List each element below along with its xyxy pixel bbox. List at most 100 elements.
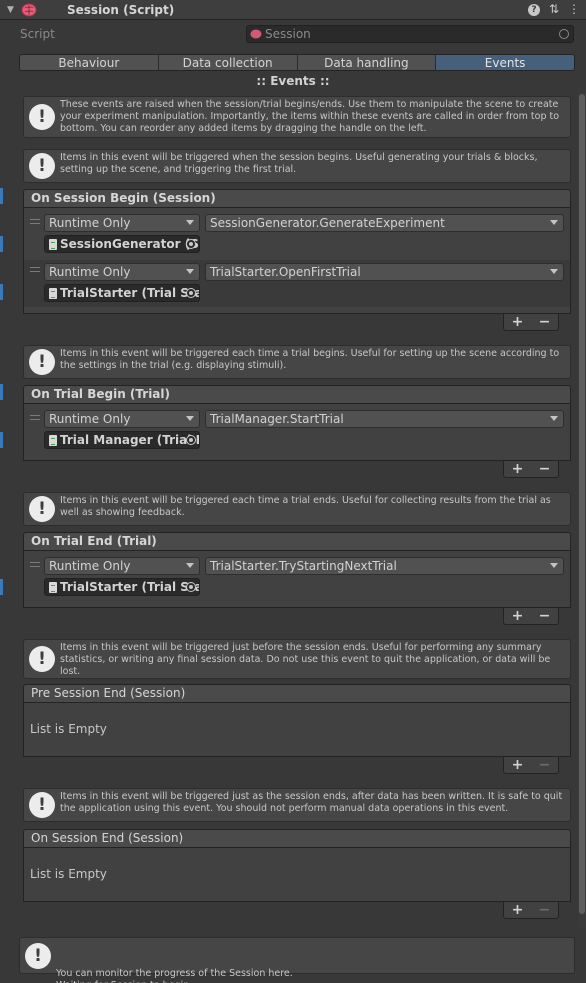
drag-handle-icon[interactable] <box>30 562 40 567</box>
list-item[interactable]: Runtime Only TrialManager.StartTrial Tri… <box>24 408 570 455</box>
remove-button[interactable]: − <box>539 314 551 330</box>
script-file-icon <box>49 435 57 446</box>
help-text: Items in this event will be triggered ea… <box>60 348 560 371</box>
dropdown-value: Runtime Only <box>49 265 131 279</box>
object-picker-icon[interactable] <box>559 29 569 39</box>
tab-data-collection[interactable]: Data collection <box>158 55 298 70</box>
selection-marker <box>0 236 3 252</box>
dropdown-value: TrialStarter.OpenFirstTrial <box>210 265 361 279</box>
function-dropdown[interactable]: TrialStarter.TryStartingNextTrial <box>205 557 564 575</box>
dropdown-value: Runtime Only <box>49 216 131 230</box>
empty-list-label: List is Empty <box>30 867 107 881</box>
chevron-down-icon <box>186 220 194 225</box>
tab-events[interactable]: Events <box>436 55 574 70</box>
list-item[interactable]: Runtime Only SessionGenerator.GenerateEx… <box>24 212 570 259</box>
dropdown-value: TrialStarter.TryStartingNextTrial <box>210 559 397 573</box>
event-header[interactable]: On Session End (Session) <box>23 829 571 848</box>
list-item[interactable]: Runtime Only TrialStarter.TryStartingNex… <box>24 555 570 602</box>
event-help-box: ! Items in this event will be triggered … <box>23 639 571 679</box>
drag-handle-icon[interactable] <box>30 415 40 420</box>
event-help-box: ! Items in this event will be triggered … <box>23 345 571 379</box>
preset-icon[interactable]: ⇅ <box>549 2 559 16</box>
empty-list-label: List is Empty <box>30 722 107 736</box>
help-text: Items in this event will be triggered ju… <box>60 791 563 814</box>
remove-button[interactable]: − <box>539 608 551 624</box>
status-box: ! You can monitor the progress of the Se… <box>19 937 575 983</box>
event-help-box: ! Items in this event will be triggered … <box>23 788 571 822</box>
kebab-menu-icon[interactable]: ⋮ <box>568 2 580 16</box>
chevron-down-icon <box>186 563 194 568</box>
component-header[interactable]: ▼ Session (Script) ? ⇅ ⋮ <box>0 0 586 20</box>
component-title: Session (Script) <box>67 2 175 17</box>
function-dropdown[interactable]: TrialStarter.OpenFirstTrial <box>205 263 564 281</box>
object-picker-icon[interactable] <box>186 582 196 592</box>
list-footer: + − <box>503 461 559 478</box>
script-label: Script <box>20 27 55 41</box>
info-icon: ! <box>29 349 55 375</box>
dropdown-value: Runtime Only <box>49 559 131 573</box>
drag-handle-icon[interactable] <box>30 219 40 224</box>
script-field-row: Script Session <box>0 24 586 44</box>
runtime-mode-dropdown[interactable]: Runtime Only <box>44 214 200 232</box>
list-footer: + − <box>503 314 559 331</box>
selection-marker <box>0 432 3 448</box>
fold-arrow-icon[interactable]: ▼ <box>7 5 15 15</box>
event-header[interactable]: On Trial Begin (Trial) <box>23 385 571 404</box>
target-value: Trial Manager (Trial I <box>60 433 200 447</box>
event-list: List is Empty <box>23 703 571 757</box>
help-text: Items in this event will be triggered wh… <box>60 152 538 175</box>
dropdown-value: SessionGenerator.GenerateExperiment <box>210 216 445 230</box>
script-file-icon <box>49 582 57 593</box>
add-button[interactable]: + <box>512 608 524 624</box>
list-item[interactable]: Runtime Only TrialStarter.OpenFirstTrial… <box>24 260 570 307</box>
object-picker-icon[interactable] <box>186 239 196 249</box>
add-button[interactable]: + <box>512 461 524 477</box>
target-object-field[interactable]: TrialStarter (Trial Sta <box>44 284 200 302</box>
event-header[interactable]: On Trial End (Trial) <box>23 532 571 551</box>
tab-data-handling[interactable]: Data handling <box>297 55 437 70</box>
tab-bar: Behaviour Data collection Data handling … <box>19 54 575 71</box>
help-icon[interactable]: ? <box>527 4 540 16</box>
event-help-box: ! Items in this event will be triggered … <box>23 492 571 526</box>
target-object-field[interactable]: Trial Manager (Trial I <box>44 431 200 449</box>
script-object-field[interactable]: Session <box>246 25 574 43</box>
selection-marker <box>0 188 3 204</box>
event-header[interactable]: On Session Begin (Session) <box>23 189 571 208</box>
target-object-field[interactable]: SessionGenerator (S <box>44 235 200 253</box>
info-icon: ! <box>29 496 55 522</box>
add-button[interactable]: + <box>512 902 524 918</box>
chevron-down-icon <box>550 269 558 274</box>
function-dropdown[interactable]: TrialManager.StartTrial <box>205 410 564 428</box>
runtime-mode-dropdown[interactable]: Runtime Only <box>44 557 200 575</box>
add-button[interactable]: + <box>512 314 524 330</box>
drag-handle-icon[interactable] <box>30 267 40 272</box>
add-button[interactable]: + <box>512 757 524 773</box>
runtime-mode-dropdown[interactable]: Runtime Only <box>44 410 200 428</box>
runtime-mode-dropdown[interactable]: Runtime Only <box>44 263 200 281</box>
script-file-icon <box>49 288 57 299</box>
tab-behaviour[interactable]: Behaviour <box>20 55 159 70</box>
selection-marker <box>0 384 3 400</box>
target-value: TrialStarter (Trial Sta <box>60 580 200 594</box>
chevron-down-icon <box>550 220 558 225</box>
list-footer: + − <box>503 757 559 774</box>
brain-icon <box>21 3 37 16</box>
chevron-down-icon <box>550 563 558 568</box>
selection-marker <box>0 284 3 300</box>
function-dropdown[interactable]: SessionGenerator.GenerateExperiment <box>205 214 564 232</box>
help-text: Items in this event will be triggered ju… <box>60 642 551 677</box>
target-object-field[interactable]: TrialStarter (Trial Sta <box>44 578 200 596</box>
object-picker-icon[interactable] <box>186 435 196 445</box>
remove-button[interactable]: − <box>539 461 551 477</box>
object-picker-icon[interactable] <box>186 288 196 298</box>
info-icon: ! <box>29 792 55 818</box>
target-value: TrialStarter (Trial Sta <box>60 286 200 300</box>
section-title: :: Events :: <box>256 74 330 88</box>
scrollbar-thumb[interactable] <box>579 94 585 914</box>
vertical-scrollbar[interactable] <box>578 88 586 928</box>
help-text: These events are raised when the session… <box>60 99 560 134</box>
list-footer: + − <box>503 902 559 919</box>
brain-icon <box>250 29 262 39</box>
event-header[interactable]: Pre Session End (Session) <box>23 684 571 703</box>
script-file-icon <box>49 239 57 250</box>
